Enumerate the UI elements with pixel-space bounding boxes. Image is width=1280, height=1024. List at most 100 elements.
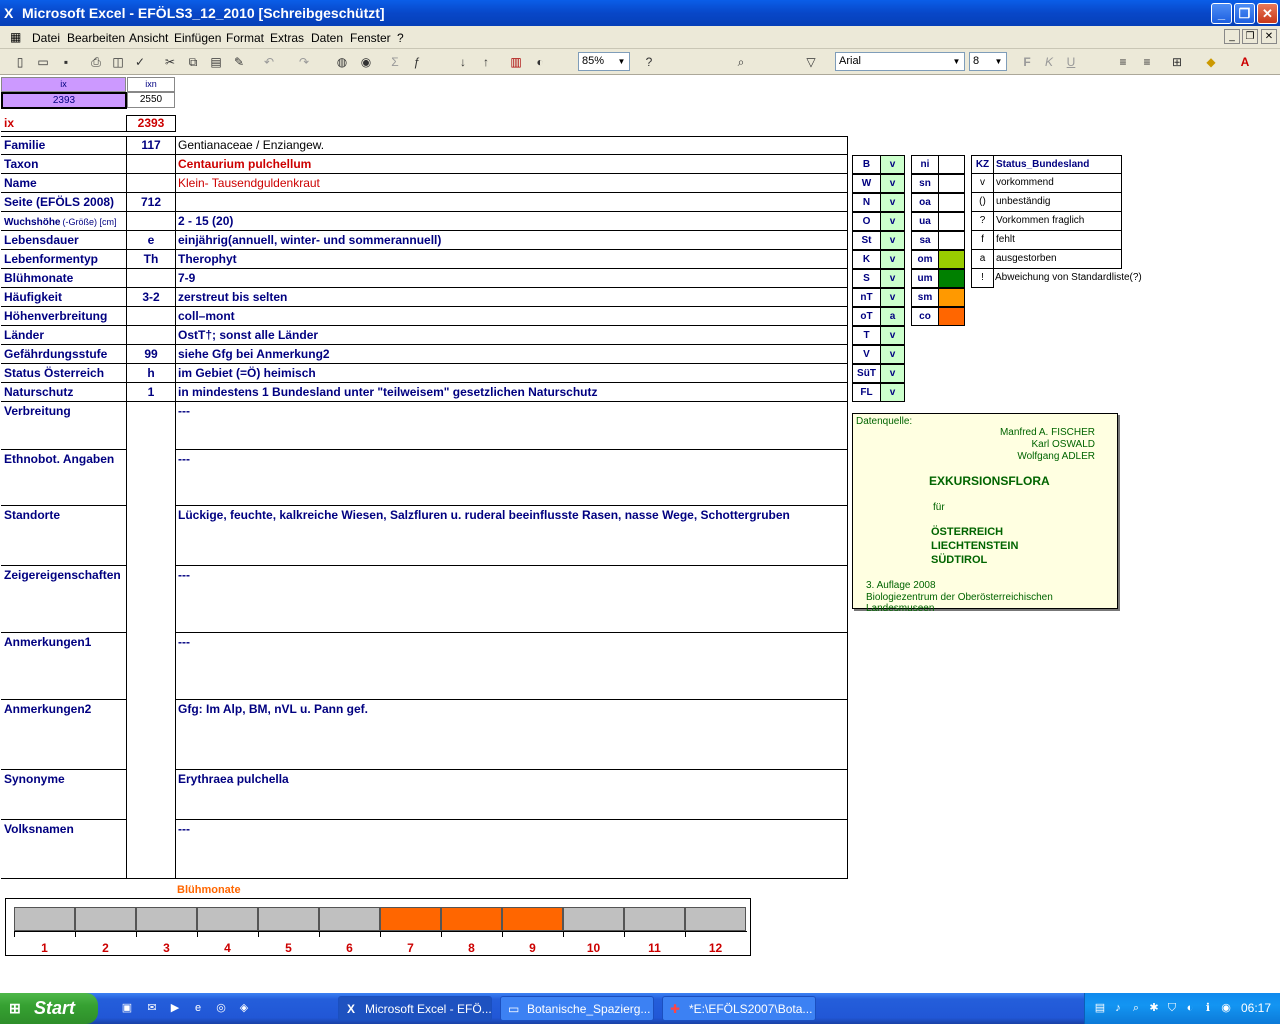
- row-value[interactable]: in mindestens 1 Bundesland unter "teilwe…: [176, 383, 847, 402]
- shield-icon[interactable]: ⛉: [1165, 1001, 1179, 1015]
- restore-button[interactable]: ❐: [1234, 3, 1255, 24]
- quicklaunch-firefox-icon[interactable]: ◎: [214, 1001, 228, 1015]
- section-label[interactable]: Synonyme: [1, 770, 126, 820]
- state-value[interactable]: v: [880, 155, 905, 174]
- row-value[interactable]: [176, 193, 847, 212]
- altitude-code[interactable]: sn: [911, 174, 939, 193]
- altitude-code[interactable]: om: [911, 250, 939, 269]
- doc-minimize-button[interactable]: _: [1224, 29, 1240, 44]
- paste-icon[interactable]: ▤: [207, 53, 225, 71]
- document-icon[interactable]: ▦: [10, 30, 21, 44]
- quicklaunch-mail-icon[interactable]: ✉: [145, 1001, 159, 1015]
- quicklaunch-desktop-icon[interactable]: ▣: [120, 1001, 134, 1015]
- section-label[interactable]: Standorte: [1, 506, 126, 566]
- row-label[interactable]: Naturschutz: [1, 383, 126, 402]
- state-value[interactable]: v: [880, 345, 905, 364]
- section-value[interactable]: Lückige, feuchte, kalkreiche Wiesen, Sal…: [176, 506, 847, 566]
- print-preview-icon[interactable]: ◫: [109, 53, 127, 71]
- row-label[interactable]: Status Österreich: [1, 364, 126, 383]
- section-value[interactable]: ---: [176, 633, 847, 700]
- altitude-swatch[interactable]: [938, 307, 965, 326]
- row-code[interactable]: [127, 307, 175, 326]
- copy-icon[interactable]: ⧉: [184, 53, 202, 71]
- row-label[interactable]: Wuchshöhe (-Größe) [cm]: [1, 212, 126, 231]
- row-code[interactable]: h: [127, 364, 175, 383]
- menu-extras[interactable]: Extras: [270, 31, 304, 45]
- italic-icon[interactable]: K: [1040, 53, 1058, 71]
- row-label[interactable]: Familie: [1, 136, 126, 155]
- state-value[interactable]: v: [880, 174, 905, 193]
- state-value[interactable]: v: [880, 250, 905, 269]
- section-value[interactable]: ---: [176, 450, 847, 506]
- row-code[interactable]: [127, 212, 175, 231]
- state-code[interactable]: O: [852, 212, 881, 231]
- hyperlink-icon[interactable]: ◍: [333, 53, 351, 71]
- update-icon[interactable]: ◉: [1219, 1001, 1233, 1015]
- state-value[interactable]: v: [880, 269, 905, 288]
- row-code[interactable]: e: [127, 231, 175, 250]
- quicklaunch-media-icon[interactable]: ▶: [168, 1001, 182, 1015]
- row-value[interactable]: coll–mont: [176, 307, 847, 326]
- volume-icon[interactable]: ♪: [1111, 1001, 1125, 1015]
- undo-icon[interactable]: ↶: [260, 53, 278, 71]
- state-code[interactable]: S: [852, 269, 881, 288]
- state-value[interactable]: v: [880, 383, 905, 402]
- section-value[interactable]: ---: [176, 402, 847, 450]
- help-icon[interactable]: ?: [640, 53, 658, 71]
- menu-bearbeiten[interactable]: Bearbeiten: [67, 31, 125, 45]
- font-color-icon[interactable]: A: [1236, 53, 1254, 71]
- row-label[interactable]: Seite (EFÖLS 2008): [1, 193, 126, 212]
- state-value[interactable]: v: [880, 326, 905, 345]
- info-icon[interactable]: ℹ: [1201, 1001, 1215, 1015]
- filter-icon[interactable]: ▽: [802, 53, 820, 71]
- state-code[interactable]: St: [852, 231, 881, 250]
- row-label[interactable]: Blühmonate: [1, 269, 126, 288]
- underline-icon[interactable]: U: [1062, 53, 1080, 71]
- row-label[interactable]: Name: [1, 174, 126, 193]
- sort-asc-icon[interactable]: ↓: [454, 53, 472, 71]
- ixn-header-cell[interactable]: ixn: [127, 77, 175, 92]
- chart-icon[interactable]: ▥: [507, 53, 525, 71]
- row-code[interactable]: Th: [127, 250, 175, 269]
- new-icon[interactable]: ▯: [11, 53, 29, 71]
- cut-icon[interactable]: ✂: [161, 53, 179, 71]
- state-value[interactable]: v: [880, 193, 905, 212]
- autosum-icon[interactable]: Σ: [386, 53, 404, 71]
- row-value[interactable]: Klein- Tausendguldenkraut: [176, 174, 847, 193]
- altitude-code[interactable]: oa: [911, 193, 939, 212]
- row-value[interactable]: OstT†; sonst alle Länder: [176, 326, 847, 345]
- doc-restore-button[interactable]: ❐: [1242, 29, 1258, 44]
- altitude-swatch[interactable]: [938, 193, 965, 212]
- task-excel[interactable]: X Microsoft Excel - EFÖ...: [338, 996, 492, 1021]
- font-select[interactable]: Arial ▼: [835, 52, 965, 71]
- row-label[interactable]: Höhenverbreitung: [1, 307, 126, 326]
- row-value[interactable]: einjährig(annuell, winter- und sommerann…: [176, 231, 847, 250]
- row-value[interactable]: im Gebiet (=Ö) heimisch: [176, 364, 847, 383]
- altitude-swatch[interactable]: [938, 174, 965, 193]
- borders-icon[interactable]: ⊞: [1168, 53, 1186, 71]
- altitude-swatch[interactable]: [938, 212, 965, 231]
- state-value[interactable]: v: [880, 364, 905, 383]
- row-value[interactable]: 7-9: [176, 269, 847, 288]
- section-label[interactable]: Anmerkungen1: [1, 633, 126, 700]
- state-code[interactable]: N: [852, 193, 881, 212]
- state-code[interactable]: oT: [852, 307, 881, 326]
- function-icon[interactable]: ƒ: [408, 53, 426, 71]
- worksheet[interactable]: ix ixn 2393 2550 ix 2393 Familie 117 Genti…: [0, 75, 1280, 993]
- align-left-icon[interactable]: ≡: [1114, 53, 1132, 71]
- format-painter-icon[interactable]: ✎: [230, 53, 248, 71]
- menu-format[interactable]: Format: [226, 31, 264, 45]
- section-label[interactable]: Zeigereigenschaften: [1, 566, 126, 633]
- row-code[interactable]: 712: [127, 193, 175, 212]
- network-icon[interactable]: ▤: [1093, 1001, 1107, 1015]
- row-label[interactable]: Lebenformentyp: [1, 250, 126, 269]
- section-label[interactable]: Verbreitung: [1, 402, 126, 450]
- state-code[interactable]: K: [852, 250, 881, 269]
- start-button[interactable]: ⊞ Start: [0, 993, 98, 1024]
- section-label[interactable]: Volksnamen: [1, 820, 126, 879]
- doc-close-button[interactable]: ✕: [1261, 29, 1277, 44]
- section-value[interactable]: ---: [176, 820, 847, 879]
- row-code[interactable]: [127, 269, 175, 288]
- fill-color-icon[interactable]: ◆: [1202, 53, 1220, 71]
- altitude-code[interactable]: ua: [911, 212, 939, 231]
